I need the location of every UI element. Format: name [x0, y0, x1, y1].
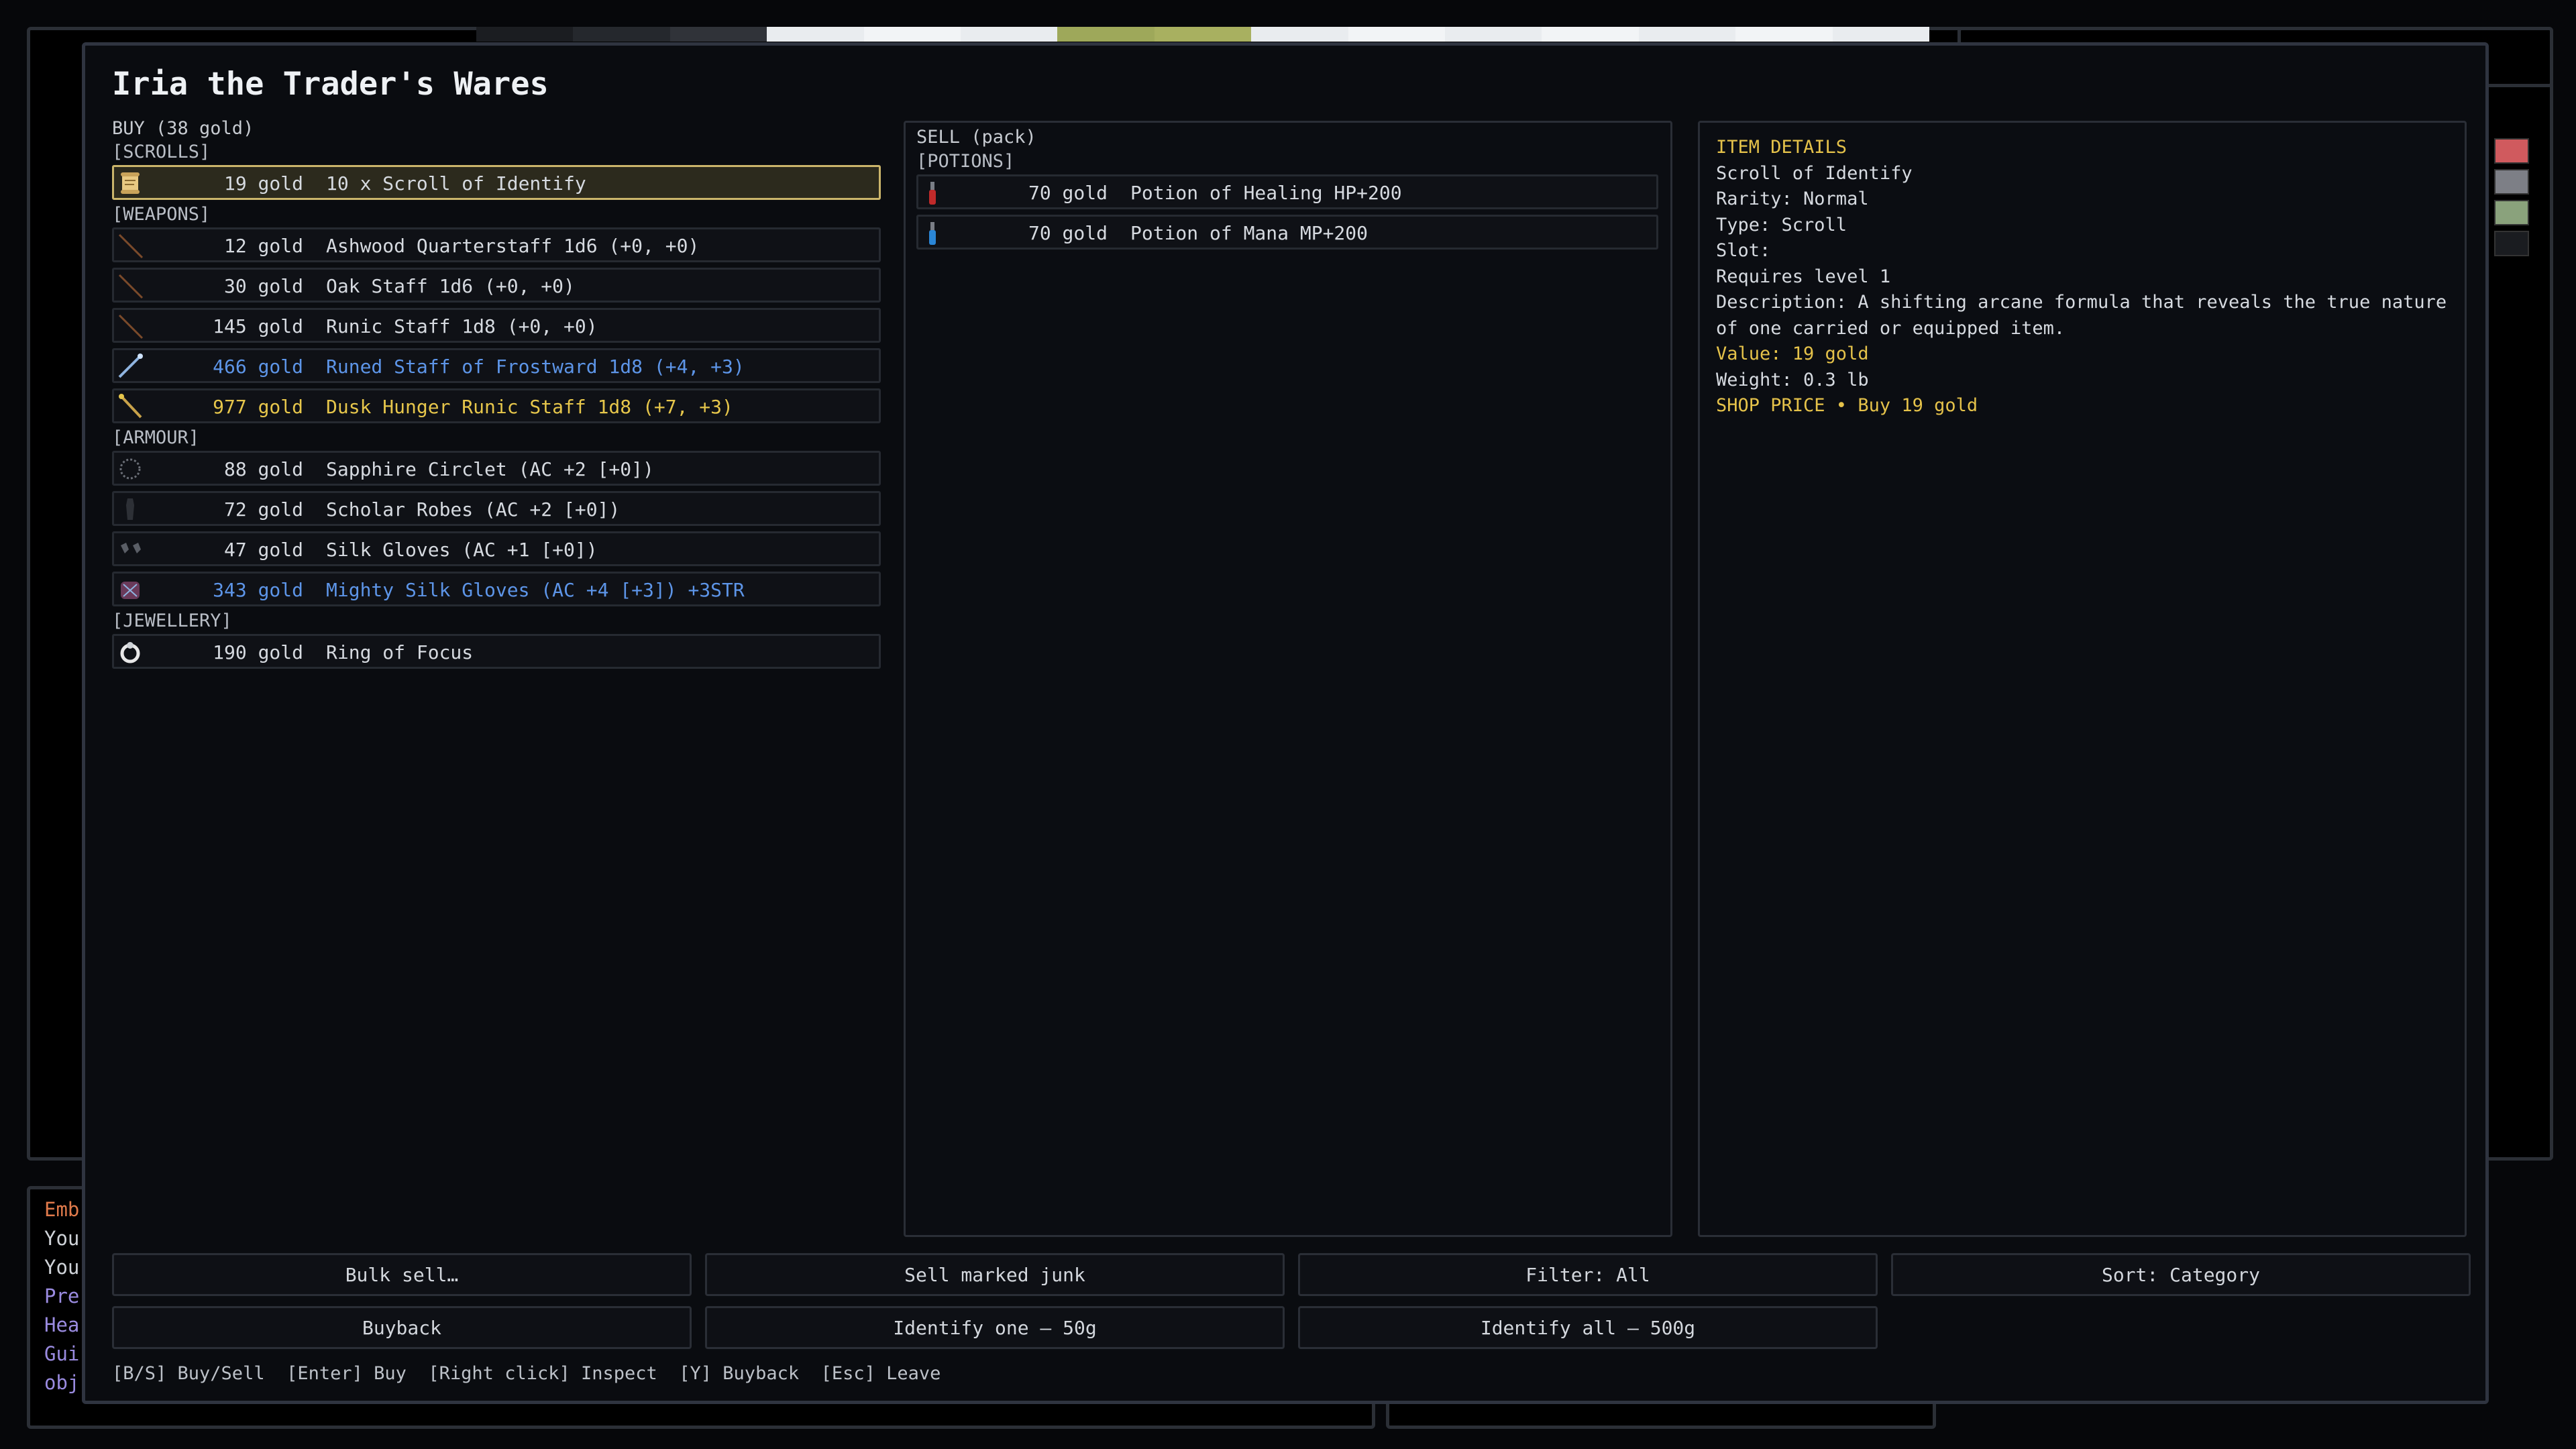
shop-item-row[interactable]: 12 gold Ashwood Quarterstaff 1d6 (+0, +0) [112, 227, 881, 262]
details-shop-price: SHOP PRICE • Buy 19 gold [1716, 395, 1978, 416]
experience-bar [476, 27, 1930, 42]
golden-staff-icon [117, 393, 144, 420]
shop-title: Iria the Trader's Wares [112, 66, 549, 103]
item-price: 47 gold [223, 539, 303, 561]
identify-one-button[interactable]: Identify one — 50g [705, 1306, 1285, 1349]
item-price: 145 gold [213, 315, 303, 337]
details-description-cont: of one carried or equipped item. [1716, 317, 2065, 339]
item-price: 72 gold [223, 498, 303, 521]
details-value: Value: 19 gold [1716, 343, 1869, 364]
item-price: 977 gold [213, 396, 303, 418]
details-requirement: Requires level 1 [1716, 266, 1891, 287]
item-price: 30 gold [223, 275, 303, 297]
bulk-sell-button[interactable]: Bulk sell… [112, 1253, 692, 1296]
robe-icon [117, 496, 144, 523]
status-swatch [2494, 200, 2529, 225]
item-price: 12 gold [223, 235, 303, 257]
details-slot: Slot: [1716, 240, 1771, 261]
item-name: Ashwood Quarterstaff 1d6 (+0, +0) [326, 235, 700, 257]
status-swatch [2494, 138, 2529, 164]
details-rarity: Rarity: Normal [1716, 189, 1869, 209]
category-label: [ARMOUR] [112, 427, 200, 448]
staff-icon [117, 313, 144, 339]
details-weight: Weight: 0.3 lb [1716, 369, 1869, 390]
shop-item-row[interactable]: 977 gold Dusk Hunger Runic Staff 1d8 (+7,… [112, 388, 881, 423]
mighty-gloves-icon [117, 576, 144, 603]
shop-item-row[interactable]: 47 gold Silk Gloves (AC +1 [+0]) [112, 531, 881, 566]
log-line: Hea [44, 1313, 80, 1336]
shop-item-row[interactable]: 19 gold 10 x Scroll of Identify [112, 165, 881, 200]
item-name: Dusk Hunger Runic Staff 1d8 (+7, +3) [326, 396, 733, 418]
shop-item-row[interactable]: 190 gold Ring of Focus [112, 634, 881, 669]
details-type: Type: Scroll [1716, 214, 1847, 235]
item-price: 466 gold [213, 356, 303, 378]
shop-item-row[interactable]: 145 gold Runic Staff 1d8 (+0, +0) [112, 308, 881, 343]
sell-header: SELL (pack) [916, 127, 1036, 148]
buy-header: BUY (38 gold) [112, 118, 254, 139]
details-header: ITEM DETAILS [1716, 137, 1847, 158]
message-log: Emb You You Pre Hea Gui obj [44, 1195, 79, 1397]
shop-item-row[interactable]: 30 gold Oak Staff 1d6 (+0, +0) [112, 268, 881, 303]
item-price: 343 gold [213, 579, 303, 601]
red-potion-icon [921, 179, 948, 206]
category-label: [WEAPONS] [112, 204, 211, 225]
category-label: [JEWELLERY] [112, 610, 232, 631]
shop-window: Iria the Trader's Wares BUY (38 gold) [S… [82, 42, 2489, 1404]
item-name: Potion of Mana MP+200 [1130, 222, 1368, 244]
shop-item-row[interactable]: 70 gold Potion of Mana MP+200 [916, 215, 1658, 250]
shop-item-row[interactable]: 72 gold Scholar Robes (AC +2 [+0]) [112, 491, 881, 526]
item-name: Ring of Focus [326, 641, 474, 663]
item-name: Runed Staff of Frostward 1d8 (+4, +3) [326, 356, 745, 378]
blue-potion-icon [921, 219, 948, 246]
shop-item-row[interactable]: 70 gold Potion of Healing HP+200 [916, 174, 1658, 209]
log-line: You [44, 1256, 80, 1279]
log-line: obj [44, 1371, 80, 1394]
item-name: 10 x Scroll of Identify [326, 172, 586, 195]
item-name: Runic Staff 1d8 (+0, +0) [326, 315, 598, 337]
sell-junk-button[interactable]: Sell marked junk [705, 1253, 1285, 1296]
log-line: Gui [44, 1342, 80, 1365]
category-label: [POTIONS] [916, 151, 1015, 172]
log-line: You [44, 1227, 80, 1250]
ring-icon [117, 639, 144, 665]
status-swatch [2494, 169, 2529, 195]
buyback-button[interactable]: Buyback [112, 1306, 692, 1349]
staff-icon [117, 232, 144, 259]
sort-button[interactable]: Sort: Category [1891, 1253, 2471, 1296]
item-name: Sapphire Circlet (AC +2 [+0]) [326, 458, 654, 480]
item-price: 70 gold [1028, 182, 1108, 204]
staff-icon [117, 272, 144, 299]
log-line: Pre [44, 1285, 80, 1307]
frost-staff-icon [117, 353, 144, 380]
details-item-name: Scroll of Identify [1716, 162, 1913, 184]
scroll-icon [117, 170, 144, 197]
filter-button[interactable]: Filter: All [1298, 1253, 1878, 1296]
item-price: 19 gold [223, 172, 303, 195]
item-name: Mighty Silk Gloves (AC +4 [+3]) +3STR [326, 579, 745, 601]
item-name: Silk Gloves (AC +1 [+0]) [326, 539, 598, 561]
item-name: Potion of Healing HP+200 [1130, 182, 1402, 204]
details-description: Description: A shifting arcane formula t… [1716, 292, 2447, 313]
keyboard-hints: [B/S] Buy/Sell [Enter] Buy [Right click]… [112, 1363, 941, 1384]
log-line: Emb [44, 1198, 80, 1221]
item-price: 88 gold [223, 458, 303, 480]
item-name: Scholar Robes (AC +2 [+0]) [326, 498, 621, 521]
item-price: 70 gold [1028, 222, 1108, 244]
gloves-icon [117, 536, 144, 563]
sell-panel: SELL (pack) [POTIONS] 70 gold Potion of He… [904, 121, 1672, 1237]
circlet-icon [117, 455, 144, 482]
category-label: [SCROLLS] [112, 142, 211, 162]
shop-item-row[interactable]: 88 gold Sapphire Circlet (AC +2 [+0]) [112, 451, 881, 486]
shop-item-row[interactable]: 466 gold Runed Staff of Frostward 1d8 (+4… [112, 348, 881, 383]
item-details-panel: ITEM DETAILS Scroll of Identify Rarity: … [1698, 121, 2467, 1237]
shop-item-row[interactable]: 343 gold Mighty Silk Gloves (AC +4 [+3]) … [112, 572, 881, 606]
item-name: Oak Staff 1d6 (+0, +0) [326, 275, 575, 297]
identify-all-button[interactable]: Identify all — 500g [1298, 1306, 1878, 1349]
status-swatch [2494, 231, 2529, 256]
item-price: 190 gold [213, 641, 303, 663]
